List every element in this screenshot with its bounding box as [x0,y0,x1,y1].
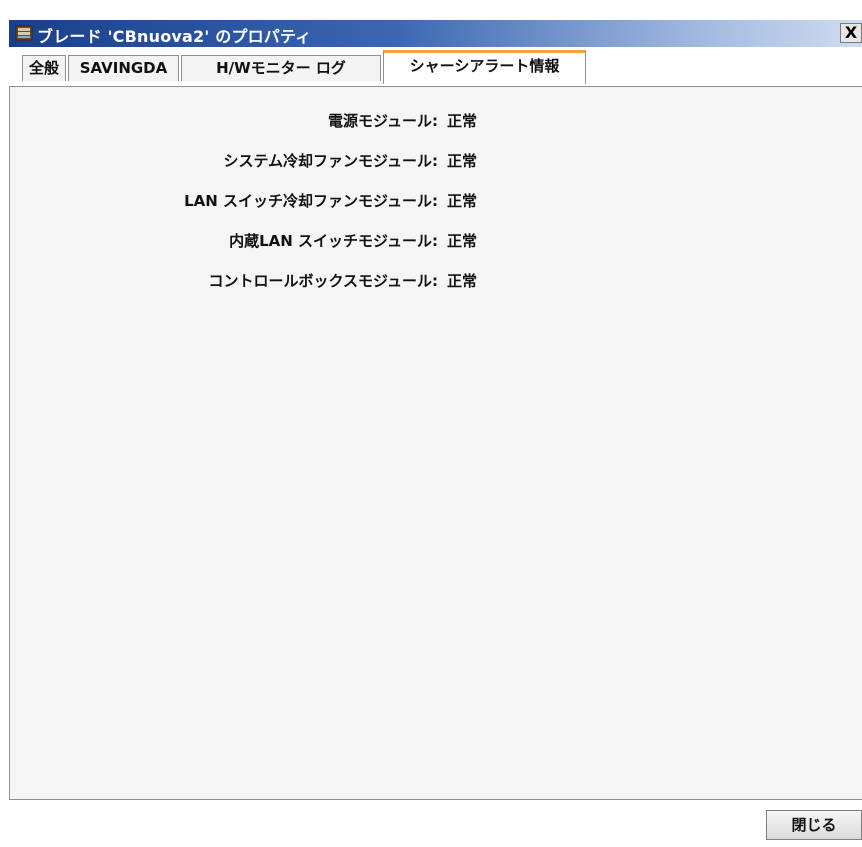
alert-label: システム冷却ファンモジュール: [223,152,438,170]
alert-status: 正常 [447,232,478,250]
alert-label: コントロールボックスモジュール: [208,272,438,290]
alert-label: 電源モジュール: [328,112,438,130]
close-window-button[interactable]: X [840,23,862,43]
tab-chassis-alert-info[interactable]: シャーシアラート情報 [383,50,586,84]
alert-row-power-module: 電源モジュール: 正常 [10,110,710,132]
tab-savingda[interactable]: SAVINGDA [68,55,179,81]
alert-label: LAN スイッチ冷却ファンモジュール: [184,192,438,210]
alert-row-lan-switch-fan-module: LAN スイッチ冷却ファンモジュール: 正常 [10,190,710,212]
alert-row-control-box-module: コントロールボックスモジュール: 正常 [10,270,710,292]
dialog-footer: 閉じる [9,800,862,847]
tab-general[interactable]: 全般 [22,55,66,81]
alert-status: 正常 [447,272,478,290]
properties-window: ブレード 'CBnuova2' のプロパティ X 全般 SAVINGDA H/W… [9,0,862,847]
alert-label: 内蔵LAN スイッチモジュール: [229,232,438,250]
tab-hw-monitor-log[interactable]: H/Wモニター ログ [181,55,381,81]
alert-status: 正常 [447,192,478,210]
close-button[interactable]: 閉じる [766,810,862,840]
alert-row-system-fan-module: システム冷却ファンモジュール: 正常 [10,150,710,172]
alert-status: 正常 [447,152,478,170]
server-chassis-icon [15,24,33,42]
chassis-alert-panel: 電源モジュール: 正常 システム冷却ファンモジュール: 正常 LAN スイッチ冷… [9,86,862,800]
alert-status: 正常 [447,112,478,130]
title-bar[interactable]: ブレード 'CBnuova2' のプロパティ X [9,20,862,47]
alert-row-internal-lan-switch-module: 内蔵LAN スイッチモジュール: 正常 [10,230,710,252]
tab-strip: 全般 SAVINGDA H/Wモニター ログ シャーシアラート情報 [9,47,862,87]
window-title: ブレード 'CBnuova2' のプロパティ [37,27,312,46]
